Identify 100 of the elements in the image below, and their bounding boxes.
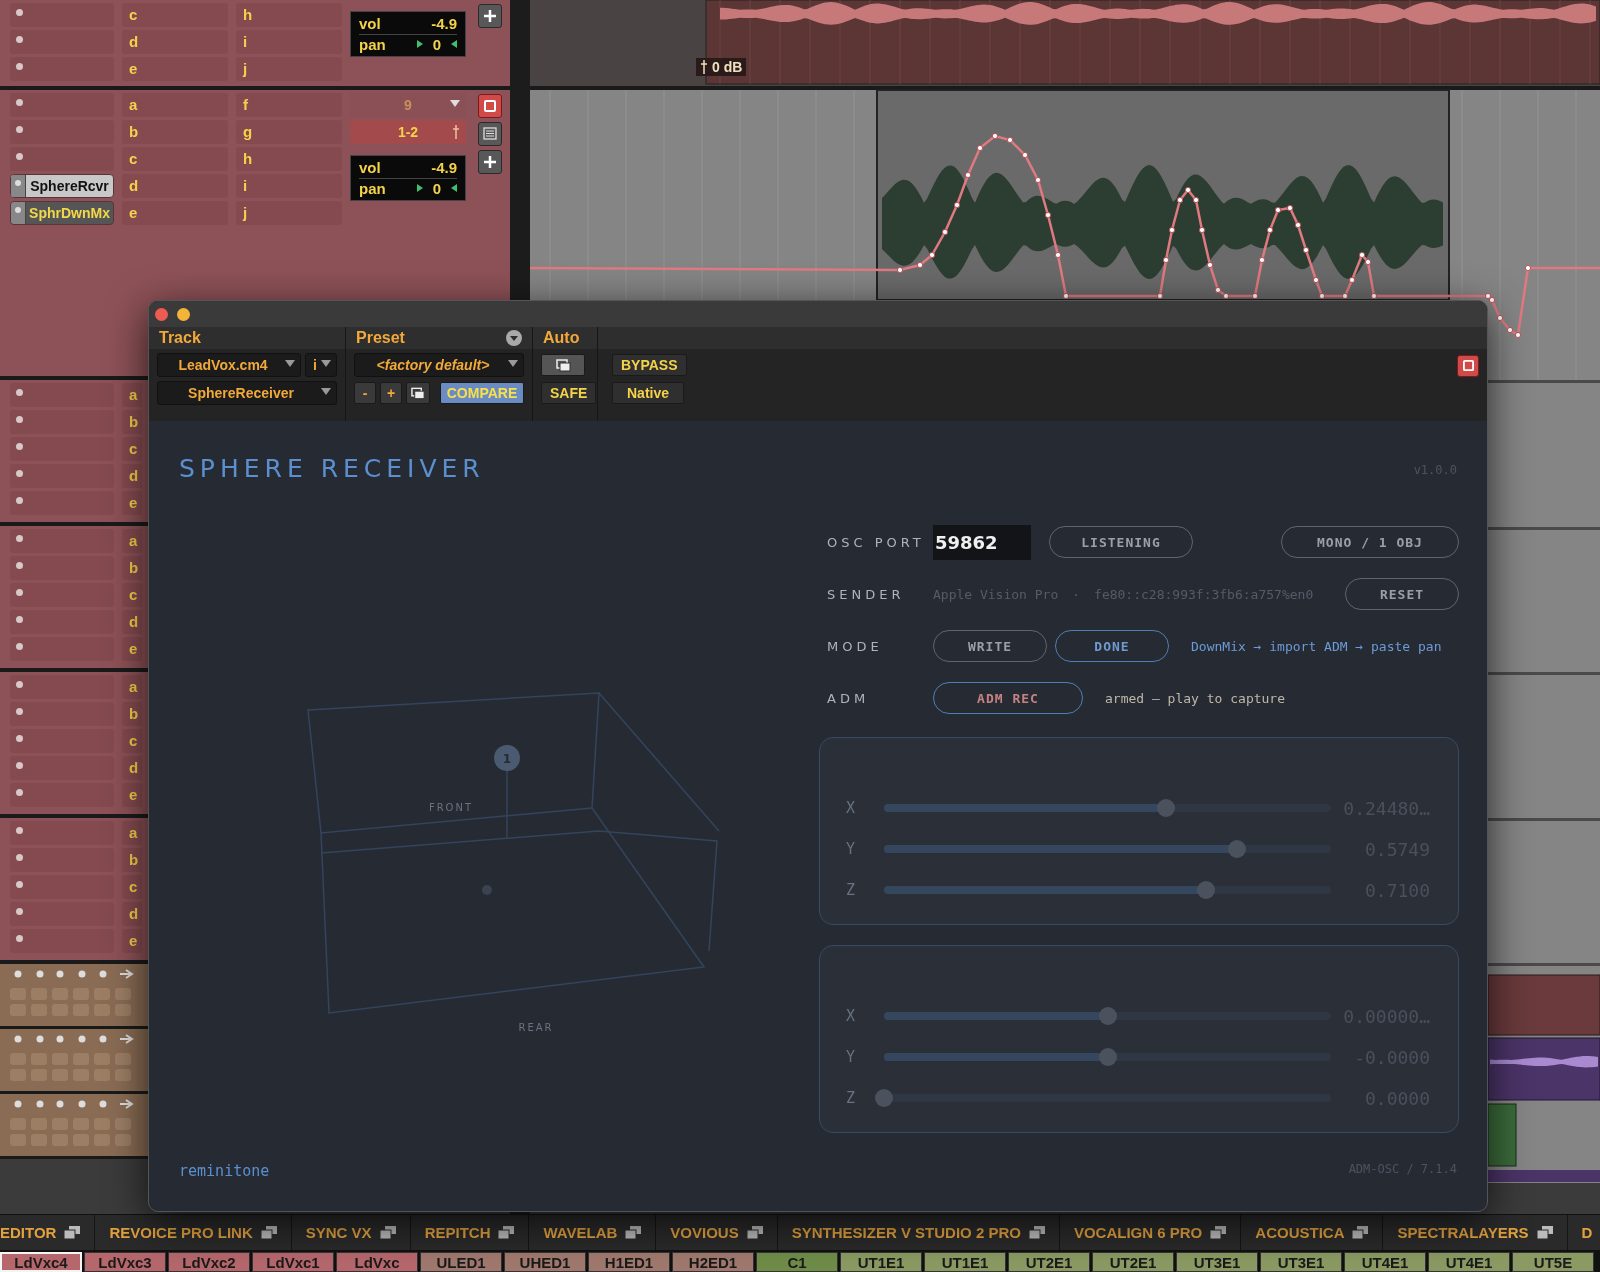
send-slot[interactable]: b: [122, 702, 142, 726]
next-preset-button[interactable]: +: [380, 382, 402, 404]
send-slot[interactable]: d: [122, 30, 228, 54]
audio-clip[interactable]: [1487, 974, 1600, 1036]
send-slot[interactable]: a: [122, 529, 142, 553]
audio-clip[interactable]: [1487, 1103, 1517, 1167]
slider-thumb[interactable]: [875, 1089, 893, 1107]
clip-name[interactable]: LdVxc3: [84, 1252, 166, 1272]
clip-name[interactable]: UT3E1: [1260, 1252, 1342, 1272]
send-slot[interactable]: i: [236, 174, 342, 198]
clip-name[interactable]: UT1E1: [840, 1252, 922, 1272]
audio-clip[interactable]: [1488, 1170, 1600, 1182]
comment-button[interactable]: [478, 122, 502, 146]
send-slot[interactable]: e: [122, 637, 142, 661]
add-button[interactable]: [478, 150, 502, 174]
send-slot[interactable]: d: [122, 902, 142, 926]
previous-preset-button[interactable]: -: [354, 382, 376, 404]
send-slot[interactable]: e: [122, 491, 142, 515]
object-marker[interactable]: [494, 745, 520, 771]
insert-slot[interactable]: [10, 464, 114, 488]
send-slot[interactable]: d: [122, 756, 142, 780]
insert-slot[interactable]: [10, 147, 114, 171]
insert-slot[interactable]: [10, 783, 114, 807]
send-slot[interactable]: d: [122, 464, 142, 488]
record-button[interactable]: [478, 94, 502, 118]
send-slot[interactable]: f: [236, 93, 342, 117]
copy-button[interactable]: [406, 382, 431, 404]
clip-gain[interactable]: 0 dB: [696, 58, 747, 76]
bypass-button[interactable]: BYPASS: [612, 354, 687, 376]
send-slot[interactable]: c: [122, 875, 142, 899]
insert-slot[interactable]: [10, 610, 114, 634]
send-slot[interactable]: a: [122, 383, 142, 407]
send-slot[interactable]: c: [122, 437, 142, 461]
send-slot[interactable]: a: [122, 675, 142, 699]
close-button[interactable]: [155, 307, 168, 321]
clip-name[interactable]: UT2E1: [1092, 1252, 1174, 1272]
preset-selector[interactable]: <factory default>: [354, 353, 524, 377]
clip-name[interactable]: UT5E: [1512, 1252, 1594, 1272]
port-field[interactable]: 59862: [933, 524, 1031, 560]
insert-slot[interactable]: [10, 93, 114, 117]
clip-name[interactable]: C1: [756, 1252, 838, 1272]
send-slot[interactable]: c: [122, 729, 142, 753]
send-slot[interactable]: j: [236, 57, 342, 81]
send-slot[interactable]: a: [122, 821, 142, 845]
target-button[interactable]: [1457, 354, 1479, 377]
clip-name[interactable]: UHED1: [504, 1252, 586, 1272]
slider-thumb[interactable]: [1196, 881, 1215, 899]
send-slot[interactable]: c: [122, 3, 228, 27]
insert-slot[interactable]: [10, 929, 114, 953]
send-slot[interactable]: e: [122, 783, 142, 807]
send-slot[interactable]: a: [122, 93, 228, 117]
clip-name[interactable]: UT4E1: [1344, 1252, 1426, 1272]
send-slot[interactable]: i: [236, 30, 342, 54]
native-button[interactable]: Native: [612, 382, 684, 404]
slider-thumb[interactable]: [1098, 1048, 1117, 1066]
slider-thumb[interactable]: [1098, 1007, 1117, 1025]
automation-button[interactable]: [541, 354, 585, 376]
add-button[interactable]: [478, 4, 502, 28]
insert-slot[interactable]: SphrDwnMx: [10, 201, 114, 225]
clip-name[interactable]: LdVxc2: [168, 1252, 250, 1272]
send-slot[interactable]: b: [122, 556, 142, 580]
insert-slot[interactable]: [10, 875, 114, 899]
insert-slot[interactable]: [10, 756, 114, 780]
clip-name[interactable]: H2ED1: [672, 1252, 754, 1272]
clip-name[interactable]: LdVxc: [336, 1252, 418, 1272]
send-slot[interactable]: h: [236, 147, 342, 171]
insert-slot[interactable]: SphereRcvr: [10, 174, 114, 198]
insert-slot[interactable]: [10, 383, 114, 407]
clip-name[interactable]: H1ED1: [588, 1252, 670, 1272]
send-slot[interactable]: b: [122, 848, 142, 872]
send-slot[interactable]: d: [122, 610, 142, 634]
insert-slot[interactable]: [10, 702, 114, 726]
insert-slot[interactable]: [10, 120, 114, 144]
clip-name[interactable]: UT2E1: [1008, 1252, 1090, 1272]
insert-slot[interactable]: [10, 729, 114, 753]
slider-thumb[interactable]: [1228, 840, 1247, 858]
plugin-selector[interactable]: SphereReceiver: [157, 381, 337, 405]
send-slot[interactable]: c: [122, 583, 142, 607]
insert-slot[interactable]: [10, 410, 114, 434]
insert-slot[interactable]: [10, 821, 114, 845]
insert-slot[interactable]: [10, 637, 114, 661]
send-slot[interactable]: e: [122, 201, 228, 225]
clip-name[interactable]: UT3E1: [1176, 1252, 1258, 1272]
minimize-button[interactable]: [177, 307, 190, 321]
compare-button[interactable]: COMPARE: [440, 382, 524, 404]
slider-thumb[interactable]: [1156, 799, 1175, 817]
send-slot[interactable]: c: [122, 147, 228, 171]
clip-name[interactable]: UT1E1: [924, 1252, 1006, 1272]
send-slot[interactable]: e: [122, 57, 228, 81]
output-selector[interactable]: 1-2: [350, 120, 466, 144]
insert-slot[interactable]: [10, 491, 114, 515]
send-slot[interactable]: g: [236, 120, 342, 144]
insert-slot[interactable]: [10, 57, 114, 81]
clip-name[interactable]: UT4E1: [1428, 1252, 1510, 1272]
clip-name[interactable]: LdVxc1: [252, 1252, 334, 1272]
safe-button[interactable]: SAFE: [541, 382, 597, 404]
insert-slot[interactable]: [10, 848, 114, 872]
insert-slot[interactable]: [10, 437, 114, 461]
insert-selector[interactable]: i: [305, 353, 337, 377]
insert-slot[interactable]: [10, 902, 114, 926]
